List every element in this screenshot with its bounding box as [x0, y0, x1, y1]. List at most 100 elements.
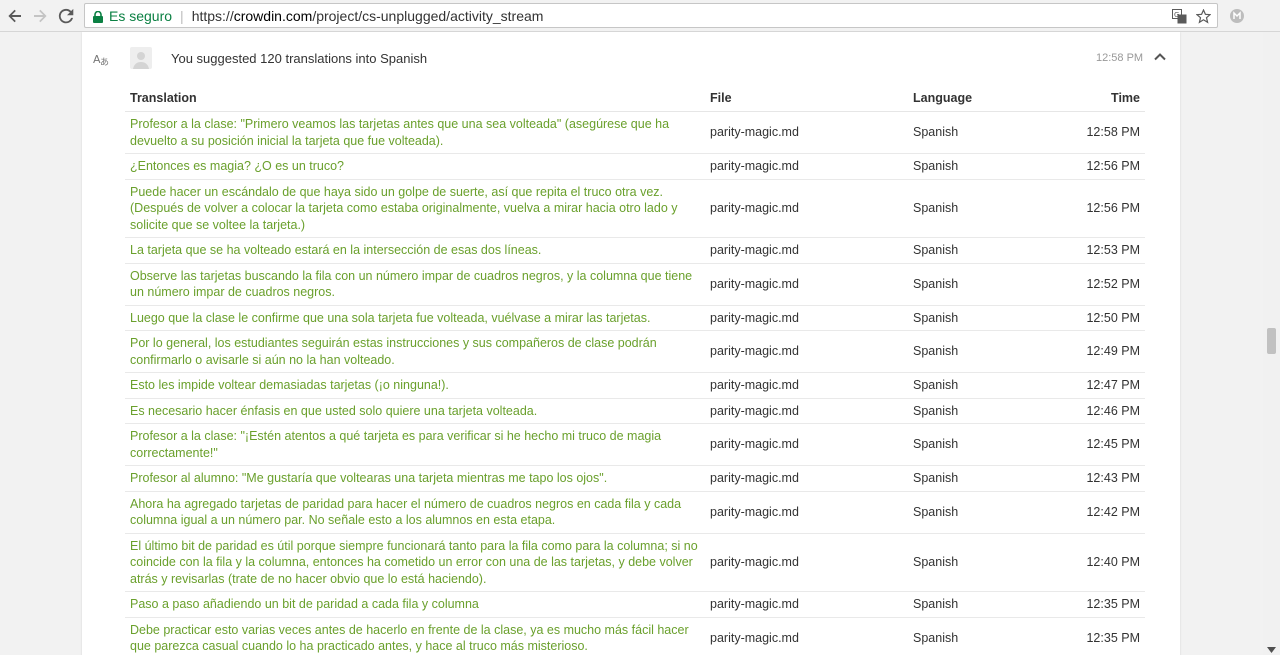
time-cell: 12:35 PM — [1038, 617, 1145, 655]
file-cell: parity-magic.md — [705, 423, 908, 466]
language-cell: Spanish — [908, 591, 1038, 618]
url-path: /project/cs-unplugged/activity_stream — [312, 7, 544, 24]
avatar[interactable] — [130, 47, 152, 69]
file-cell: parity-magic.md — [705, 372, 908, 399]
translate-icon: Aあ — [93, 52, 111, 69]
arrow-right-icon — [34, 9, 47, 23]
browser-toolbar: Es seguro | https://crowdin.com/project/… — [0, 0, 1280, 32]
file-cell: parity-magic.md — [705, 179, 908, 238]
back-button[interactable] — [4, 5, 26, 27]
table-row[interactable]: Puede hacer un escándalo de que haya sid… — [125, 179, 1145, 238]
header-file[interactable]: File — [705, 84, 908, 112]
url-prefix: https:// — [191, 7, 234, 24]
time-cell: 12:50 PM — [1038, 305, 1145, 331]
url-text: https://crowdin.com/project/cs-unplugged… — [192, 8, 544, 24]
time-cell: 12:35 PM — [1038, 591, 1145, 618]
language-cell: Spanish — [908, 153, 1038, 180]
time-cell: 12:49 PM — [1038, 330, 1145, 373]
scrollbar-thumb[interactable] — [1267, 328, 1276, 354]
table-row[interactable]: Por lo general, los estudiantes seguirán… — [125, 330, 1145, 373]
file-cell: parity-magic.md — [705, 465, 908, 492]
file-cell: parity-magic.md — [705, 111, 908, 154]
file-cell: parity-magic.md — [705, 591, 908, 618]
time-cell: 12:56 PM — [1038, 153, 1145, 180]
svg-text:G: G — [1174, 11, 1179, 19]
forward-button[interactable] — [29, 5, 51, 27]
table-row[interactable]: Paso a paso añadiendo un bit de paridad … — [125, 591, 1145, 618]
language-cell: Spanish — [908, 372, 1038, 399]
header-language[interactable]: Language — [908, 84, 1038, 112]
language-cell: Spanish — [908, 305, 1038, 331]
table-row[interactable]: Profesor a la clase: "¡Estén atentos a q… — [125, 423, 1145, 466]
address-bar[interactable]: Es seguro | https://crowdin.com/project/… — [84, 3, 1218, 28]
table-row[interactable]: Esto les impide voltear demasiadas tarje… — [125, 372, 1145, 399]
time-cell: 12:42 PM — [1038, 491, 1145, 534]
translation-cell[interactable]: El último bit de paridad es útil porque … — [125, 533, 705, 592]
file-cell: parity-magic.md — [705, 263, 908, 306]
table-header-row: Translation File Language Time — [125, 84, 1145, 112]
translation-cell[interactable]: Profesor a la clase: "Primero veamos las… — [125, 111, 705, 154]
time-cell: 12:43 PM — [1038, 465, 1145, 492]
translation-cell[interactable]: Profesor al alumno: "Me gustaría que vol… — [125, 465, 705, 492]
time-cell: 12:47 PM — [1038, 372, 1145, 399]
time-cell: 12:46 PM — [1038, 398, 1145, 424]
header-translation[interactable]: Translation — [125, 84, 705, 112]
time-cell: 12:58 PM — [1038, 111, 1145, 154]
language-cell: Spanish — [908, 111, 1038, 154]
arrow-left-icon — [8, 9, 21, 23]
table-row[interactable]: El último bit de paridad es útil porque … — [125, 533, 1145, 592]
header-time[interactable]: Time — [1038, 84, 1145, 112]
chevron-up-icon — [1154, 53, 1166, 61]
table-row[interactable]: Es necesario hacer énfasis en que usted … — [125, 398, 1145, 424]
secure-label: Es seguro — [109, 7, 173, 24]
language-cell: Spanish — [908, 237, 1038, 264]
table-row[interactable]: La tarjeta que se ha volteado estará en … — [125, 237, 1145, 264]
language-cell: Spanish — [908, 533, 1038, 592]
activity-timestamp: 12:58 PM — [1096, 52, 1144, 64]
translation-cell[interactable]: Debe practicar esto varias veces antes d… — [125, 617, 705, 655]
extension-icon — [1230, 9, 1244, 23]
table-row[interactable]: Profesor al alumno: "Me gustaría que vol… — [125, 465, 1145, 492]
translation-cell[interactable]: Puede hacer un escándalo de que haya sid… — [125, 179, 705, 238]
file-cell: parity-magic.md — [705, 617, 908, 655]
translation-cell[interactable]: Por lo general, los estudiantes seguirán… — [125, 330, 705, 373]
language-cell: Spanish — [908, 330, 1038, 373]
translation-cell[interactable]: Profesor a la clase: "¡Estén atentos a q… — [125, 423, 705, 466]
table-row[interactable]: Profesor a la clase: "Primero veamos las… — [125, 111, 1145, 154]
collapse-button[interactable] — [1153, 50, 1167, 64]
table-row[interactable]: ¿Entonces es magia? ¿O es un truco? parit… — [125, 153, 1145, 180]
file-cell: parity-magic.md — [705, 330, 908, 373]
bookmark-star-icon[interactable] — [1195, 8, 1212, 27]
translation-cell[interactable]: Luego que la clase le confirme que una s… — [125, 305, 705, 331]
language-cell: Spanish — [908, 617, 1038, 655]
file-cell: parity-magic.md — [705, 305, 908, 331]
table-row[interactable]: Debe practicar esto varias veces antes d… — [125, 617, 1145, 655]
file-cell: parity-magic.md — [705, 533, 908, 592]
translation-cell[interactable]: Esto les impide voltear demasiadas tarje… — [125, 372, 705, 399]
svg-text:あ: あ — [100, 57, 109, 66]
lock-icon — [93, 10, 103, 26]
extension-button[interactable] — [1226, 5, 1248, 27]
translation-cell[interactable]: Observe las tarjetas buscando la fila co… — [125, 263, 705, 306]
time-cell: 12:45 PM — [1038, 423, 1145, 466]
reload-icon — [58, 8, 74, 24]
translation-cell[interactable]: ¿Entonces es magia? ¿O es un truco? — [125, 153, 705, 180]
file-cell: parity-magic.md — [705, 398, 908, 424]
translation-cell[interactable]: Es necesario hacer énfasis en que usted … — [125, 398, 705, 424]
table-row[interactable]: Observe las tarjetas buscando la fila co… — [125, 263, 1145, 306]
time-cell: 12:53 PM — [1038, 237, 1145, 264]
scroll-down-arrow-icon[interactable] — [1267, 647, 1276, 653]
language-cell: Spanish — [908, 398, 1038, 424]
language-cell: Spanish — [908, 179, 1038, 238]
time-cell: 12:56 PM — [1038, 179, 1145, 238]
translation-cell[interactable]: La tarjeta que se ha volteado estará en … — [125, 237, 705, 264]
table-row[interactable]: Ahora ha agregado tarjetas de paridad pa… — [125, 491, 1145, 534]
translation-cell[interactable]: Ahora ha agregado tarjetas de paridad pa… — [125, 491, 705, 534]
table-row[interactable]: Luego que la clase le confirme que una s… — [125, 305, 1145, 331]
activity-title: You suggested 120 translations into Span… — [171, 51, 428, 66]
translation-cell[interactable]: Paso a paso añadiendo un bit de paridad … — [125, 591, 705, 618]
translate-page-icon[interactable]: G — [1172, 9, 1187, 27]
address-separator: | — [180, 7, 184, 24]
page-scrollbar[interactable] — [1263, 32, 1280, 655]
reload-button[interactable] — [55, 5, 77, 27]
